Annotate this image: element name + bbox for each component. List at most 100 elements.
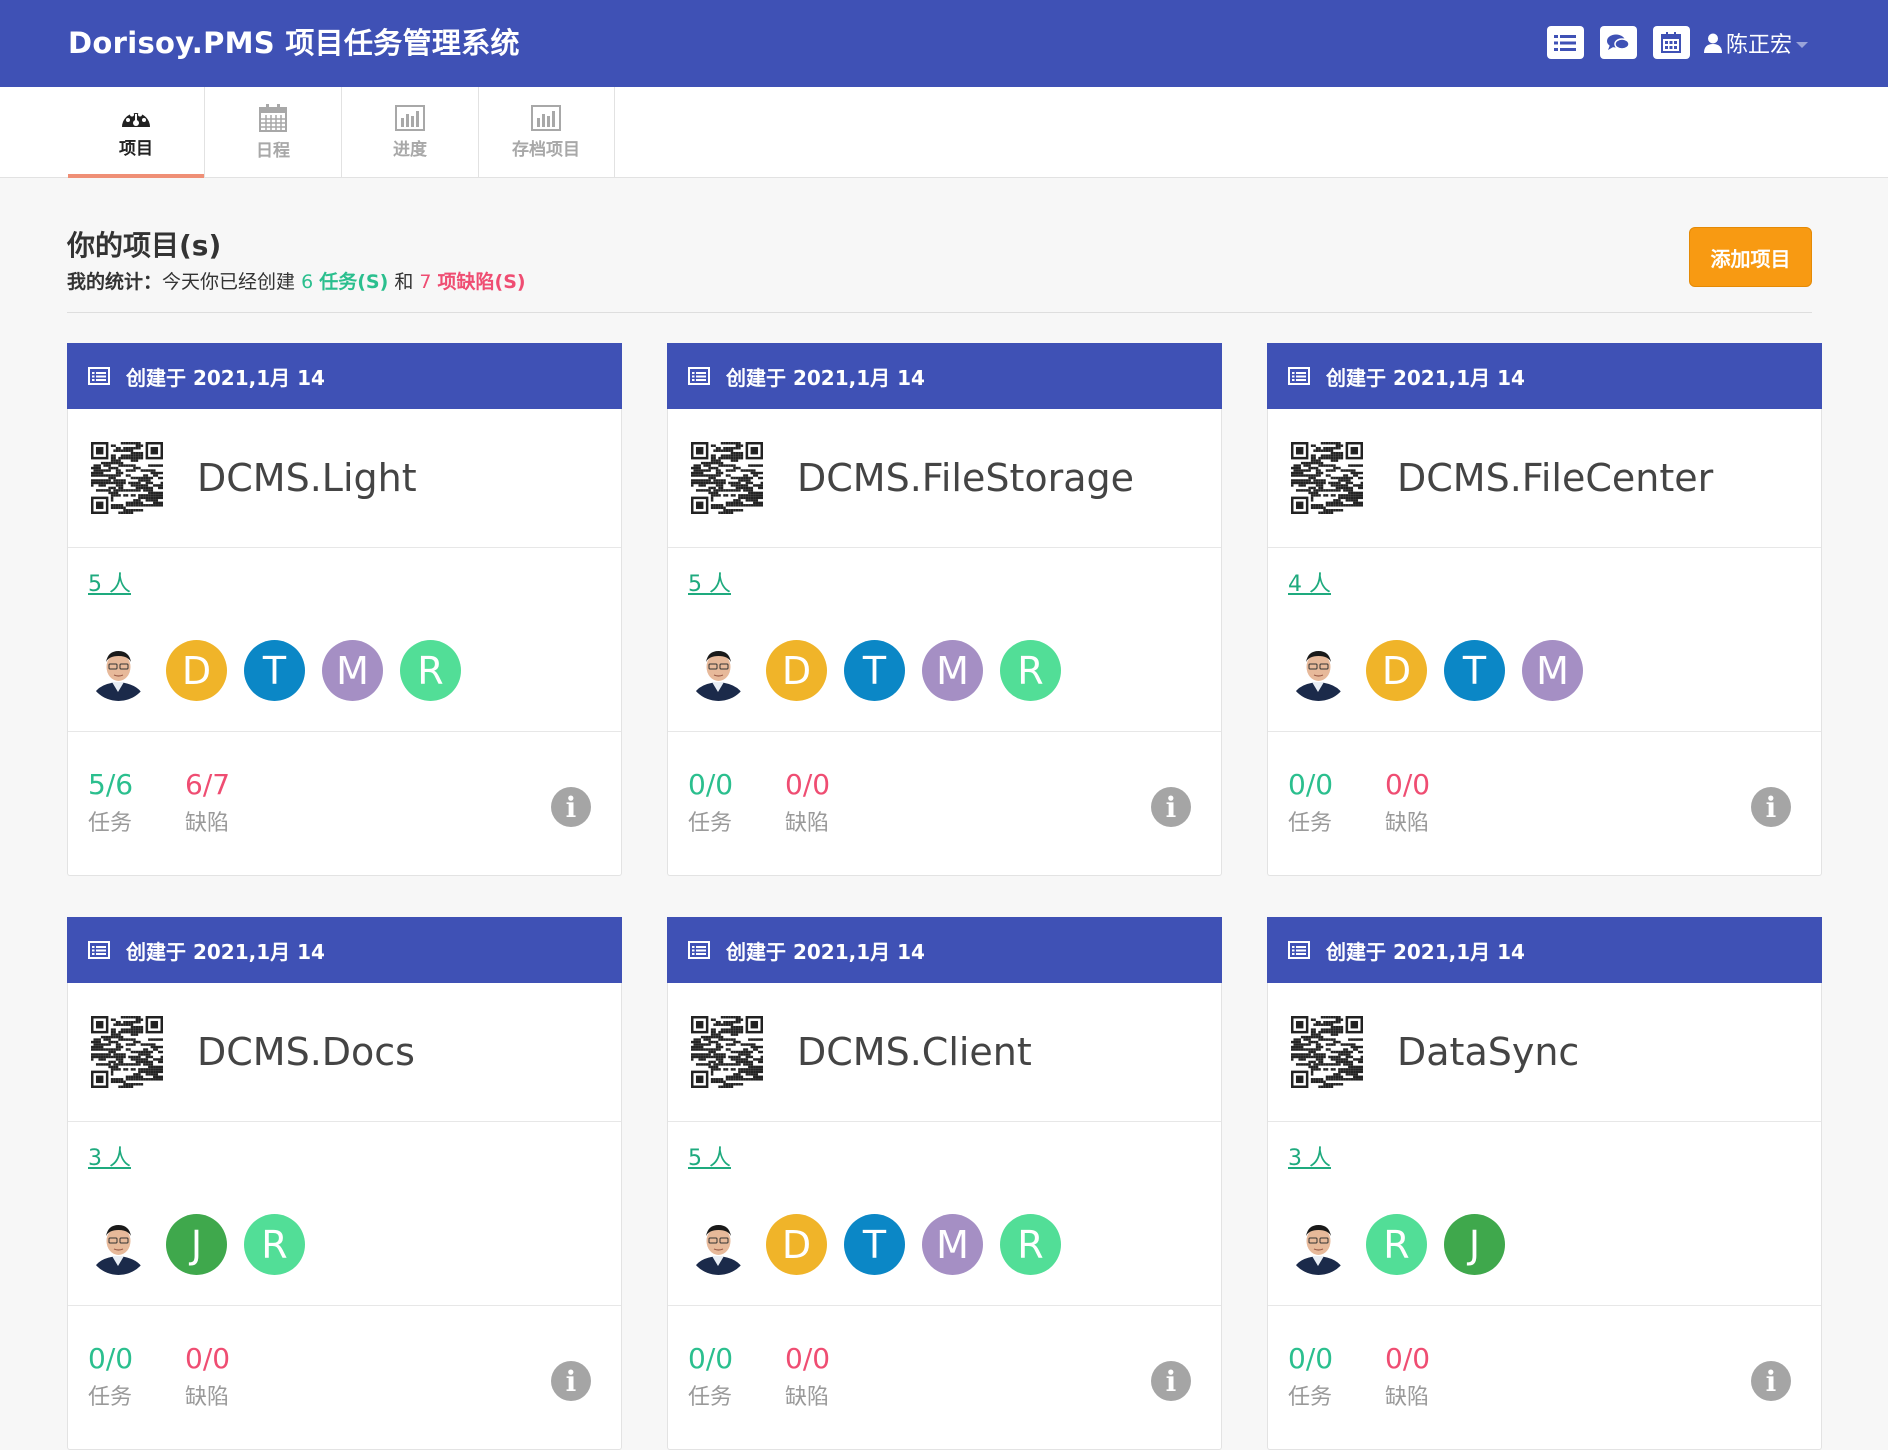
tasks-metric[interactable]: 5/6 任务 xyxy=(88,768,185,875)
tasks-label: 任务 xyxy=(88,1385,133,1410)
list-icon xyxy=(1554,34,1577,51)
list-alt-icon-wrap xyxy=(1288,367,1310,385)
member-count-link[interactable]: 3 人 xyxy=(1288,1140,1331,1172)
calendar-button[interactable] xyxy=(1652,26,1690,59)
tab-archived-projects[interactable]: 存档项目 xyxy=(478,87,615,178)
defects-value: 0/0 xyxy=(785,1342,831,1375)
card-header: 创建于 2021,1月 14 xyxy=(667,343,1222,409)
list-alt-icon xyxy=(88,941,110,959)
info-icon[interactable]: i xyxy=(1751,1361,1791,1401)
member-avatar[interactable]: T xyxy=(244,640,305,701)
defects-metric[interactable]: 6/7 缺陷 xyxy=(185,768,282,875)
tasks-metric[interactable]: 0/0 任务 xyxy=(688,768,785,875)
defects-metric[interactable]: 0/0 缺陷 xyxy=(1385,768,1482,875)
members-section: 5 人 DTMR xyxy=(668,548,1221,732)
tab-progress[interactable]: 进度 xyxy=(342,87,479,178)
add-project-button[interactable]: 添加项目 xyxy=(1689,227,1812,287)
member-avatar[interactable]: M xyxy=(1522,640,1583,701)
list-alt-icon-wrap xyxy=(688,367,710,385)
stats-and: 和 xyxy=(394,271,414,293)
member-count-link[interactable]: 5 人 xyxy=(688,566,731,598)
messages-button[interactable] xyxy=(1599,26,1637,59)
defects-metric[interactable]: 0/0 缺陷 xyxy=(785,768,882,875)
avatar[interactable] xyxy=(1288,640,1349,701)
avatar[interactable] xyxy=(688,1214,749,1275)
member-avatar[interactable]: M xyxy=(322,640,383,701)
tab-label: 存档项目 xyxy=(512,140,580,160)
tasks-metric[interactable]: 0/0 任务 xyxy=(1288,1342,1385,1449)
project-name[interactable]: DCMS.Light xyxy=(197,456,417,500)
member-avatar[interactable]: R xyxy=(400,640,461,701)
defects-metric[interactable]: 0/0 缺陷 xyxy=(785,1342,882,1449)
info-icon[interactable]: i xyxy=(1751,787,1791,827)
qr-code[interactable] xyxy=(691,1016,763,1088)
qr-code[interactable] xyxy=(91,442,163,514)
defects-metric[interactable]: 0/0 缺陷 xyxy=(1385,1342,1482,1449)
info-icon[interactable]: i xyxy=(1151,787,1191,827)
tasks-metric[interactable]: 0/0 任务 xyxy=(88,1342,185,1449)
tab-label: 日程 xyxy=(256,141,290,161)
tab-schedule[interactable]: 日程 xyxy=(205,87,342,178)
user-menu[interactable]: 陈正宏 xyxy=(1703,27,1808,59)
project-card: 创建于 2021,1月 14 DCMS.Docs 3 人 JR 0/0 任务 0… xyxy=(67,917,622,1450)
tasks-metric[interactable]: 0/0 任务 xyxy=(1288,768,1385,875)
member-avatar[interactable]: T xyxy=(844,1214,905,1275)
card-title-row: DCMS.Docs xyxy=(68,983,621,1122)
qr-code[interactable] xyxy=(691,442,763,514)
avatar-list: DTMR xyxy=(688,1214,1201,1275)
info-icon[interactable]: i xyxy=(1151,1361,1191,1401)
tab-projects[interactable]: 项目 xyxy=(68,87,205,178)
created-date: 创建于 2021,1月 14 xyxy=(126,939,325,964)
project-name[interactable]: DCMS.FileStorage xyxy=(797,456,1134,500)
avatar[interactable] xyxy=(1288,1214,1349,1275)
qr-code-icon xyxy=(1291,442,1363,514)
member-avatar[interactable]: R xyxy=(1366,1214,1427,1275)
tasks-label: 任务(S) xyxy=(319,271,389,293)
member-avatar[interactable]: T xyxy=(844,640,905,701)
project-card: 创建于 2021,1月 14 DCMS.Light 5 人 DTMR 5/6 任… xyxy=(67,343,622,876)
list-button[interactable] xyxy=(1546,26,1584,59)
defects-value: 0/0 xyxy=(785,768,831,801)
member-count-link[interactable]: 5 人 xyxy=(688,1140,731,1172)
qr-code[interactable] xyxy=(1291,442,1363,514)
member-avatar[interactable]: D xyxy=(1366,640,1427,701)
member-avatar[interactable]: R xyxy=(1000,640,1061,701)
tab-bar: 项目 日程 进度 存档项目 xyxy=(0,87,1888,178)
project-name[interactable]: DataSync xyxy=(1397,1030,1579,1074)
member-avatar[interactable]: M xyxy=(922,1214,983,1275)
member-count-link[interactable]: 5 人 xyxy=(88,566,131,598)
qr-code[interactable] xyxy=(91,1016,163,1088)
info-icon[interactable]: i xyxy=(551,787,591,827)
member-avatar[interactable]: J xyxy=(166,1214,227,1275)
member-avatar[interactable]: R xyxy=(1000,1214,1061,1275)
created-date: 创建于 2021,1月 14 xyxy=(726,939,925,964)
avatar[interactable] xyxy=(688,640,749,701)
tasks-label: 任务 xyxy=(1288,811,1333,836)
tasks-value: 0/0 xyxy=(688,768,734,801)
member-avatar[interactable]: T xyxy=(1444,640,1505,701)
card-header: 创建于 2021,1月 14 xyxy=(67,917,622,983)
member-avatar[interactable]: R xyxy=(244,1214,305,1275)
tab-label: 项目 xyxy=(119,139,153,159)
qr-code[interactable] xyxy=(1291,1016,1363,1088)
member-count-link[interactable]: 4 人 xyxy=(1288,566,1331,598)
info-icon[interactable]: i xyxy=(551,1361,591,1401)
member-count-link[interactable]: 3 人 xyxy=(88,1140,131,1172)
app-brand[interactable]: Dorisoy.PMS 项目任务管理系统 xyxy=(68,20,520,62)
project-name[interactable]: DCMS.Docs xyxy=(197,1030,415,1074)
member-avatar[interactable]: M xyxy=(922,640,983,701)
avatar[interactable] xyxy=(88,1214,149,1275)
project-card: 创建于 2021,1月 14 DCMS.FileCenter 4 人 DTM 0… xyxy=(1267,343,1822,876)
avatar[interactable] xyxy=(88,640,149,701)
project-name[interactable]: DCMS.FileCenter xyxy=(1397,456,1713,500)
member-avatar[interactable]: D xyxy=(166,640,227,701)
avatar-list: RJ xyxy=(1288,1214,1801,1275)
project-name[interactable]: DCMS.Client xyxy=(797,1030,1032,1074)
tasks-metric[interactable]: 0/0 任务 xyxy=(688,1342,785,1449)
member-avatar[interactable]: J xyxy=(1444,1214,1505,1275)
member-avatar[interactable]: D xyxy=(766,640,827,701)
created-date: 创建于 2021,1月 14 xyxy=(1326,939,1525,964)
list-alt-icon-wrap xyxy=(1288,941,1310,959)
defects-metric[interactable]: 0/0 缺陷 xyxy=(185,1342,282,1449)
member-avatar[interactable]: D xyxy=(766,1214,827,1275)
